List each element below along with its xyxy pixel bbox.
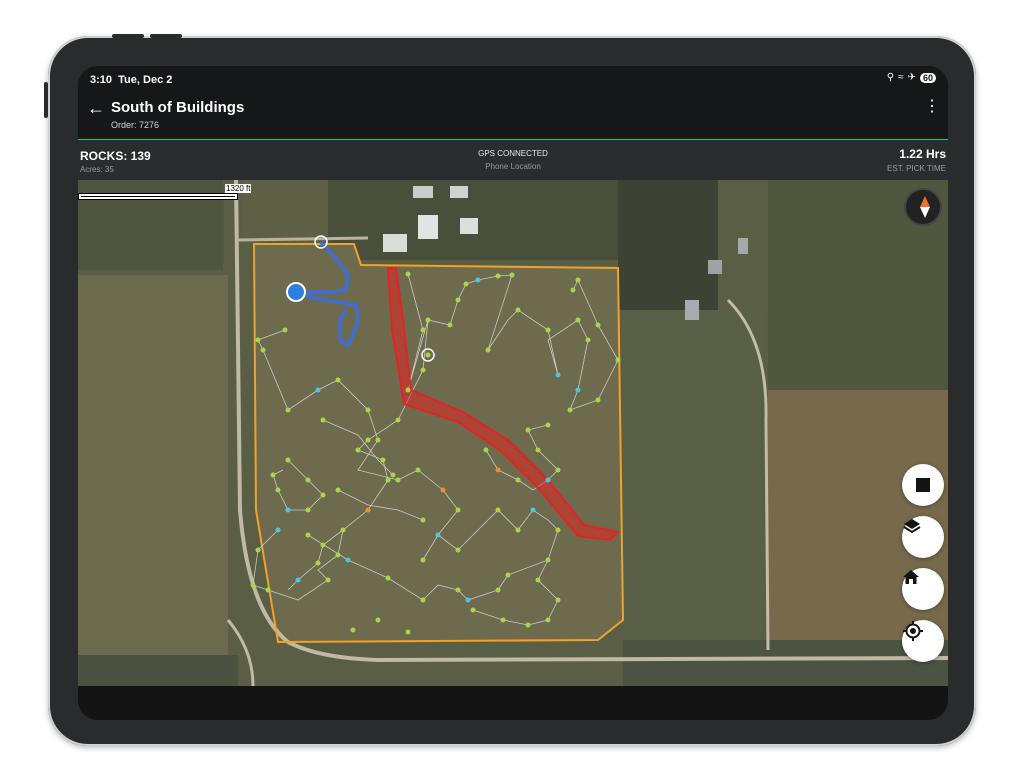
field-north-small [243,180,333,240]
more-options-icon[interactable]: ⋮ [924,96,940,118]
scale-bar [78,193,238,200]
road-north [235,236,369,242]
compass-south-needle [920,207,930,218]
battery-icon: 60 [919,72,936,83]
my-location-button[interactable] [902,620,944,662]
building-barn [383,234,407,252]
building-east [685,300,699,320]
selected-rock-dot [425,352,431,358]
location-icon: ⚲ [886,72,895,83]
building-east-2 [708,260,722,274]
volume-button-top [112,34,144,38]
stop-button[interactable] [902,464,944,506]
scale-label: 1320 ft [225,184,252,193]
satellite-map[interactable]: 1320 ft [78,180,948,686]
volume-button-top-2 [150,34,182,38]
compass-icon[interactable] [904,188,942,226]
field-southwest [78,655,238,686]
side-button [44,82,48,118]
user-position-marker [286,282,306,302]
building-east-3 [738,238,748,254]
home-icon [903,570,919,584]
building-shed [418,215,438,239]
status-time: 3:10 [90,74,113,86]
layers-icon [903,519,921,534]
page-title: South of Buildings [111,99,245,116]
status-bar-time: 3:10 Tue, Dec 2 [90,74,172,86]
gps-status: GPS CONNECTED [478,149,548,158]
tree-line [618,180,718,310]
map-canvas[interactable] [78,180,948,686]
building-north-2 [413,186,433,198]
stats-bar: ROCKS: 139 Acres: 35 GPS CONNECTED Phone… [78,140,948,180]
pick-time-value: 1.22 Hrs [899,147,946,161]
status-icons: ⚲ ≈ ✈ 60 [887,72,936,83]
pick-time-label: EST. PICK TIME [887,164,946,173]
navigation-bar [78,686,948,720]
field-east-strip [623,310,763,640]
home-button[interactable] [902,568,944,610]
status-date: Tue, Dec 2 [118,74,173,86]
app-bar: 3:10 Tue, Dec 2 ⚲ ≈ ✈ 60 ← South of Buil… [78,66,948,139]
compass-north-needle [920,196,930,207]
main-field [254,244,623,642]
back-arrow-icon[interactable]: ← [84,96,108,120]
airplane-icon: ✈ [907,72,916,83]
field-west [78,275,228,655]
building-small [460,218,478,234]
wifi-icon: ≈ [898,72,904,83]
stop-icon [916,478,930,492]
order-number: Order: 7276 [111,120,160,130]
screen: 3:10 Tue, Dec 2 ⚲ ≈ ✈ 60 ← South of Buil… [78,66,948,720]
field-southeast [623,640,948,686]
my-location-icon [903,621,923,641]
building-north [450,186,468,198]
layers-button[interactable] [902,516,944,558]
location-source: Phone Location [485,162,541,171]
